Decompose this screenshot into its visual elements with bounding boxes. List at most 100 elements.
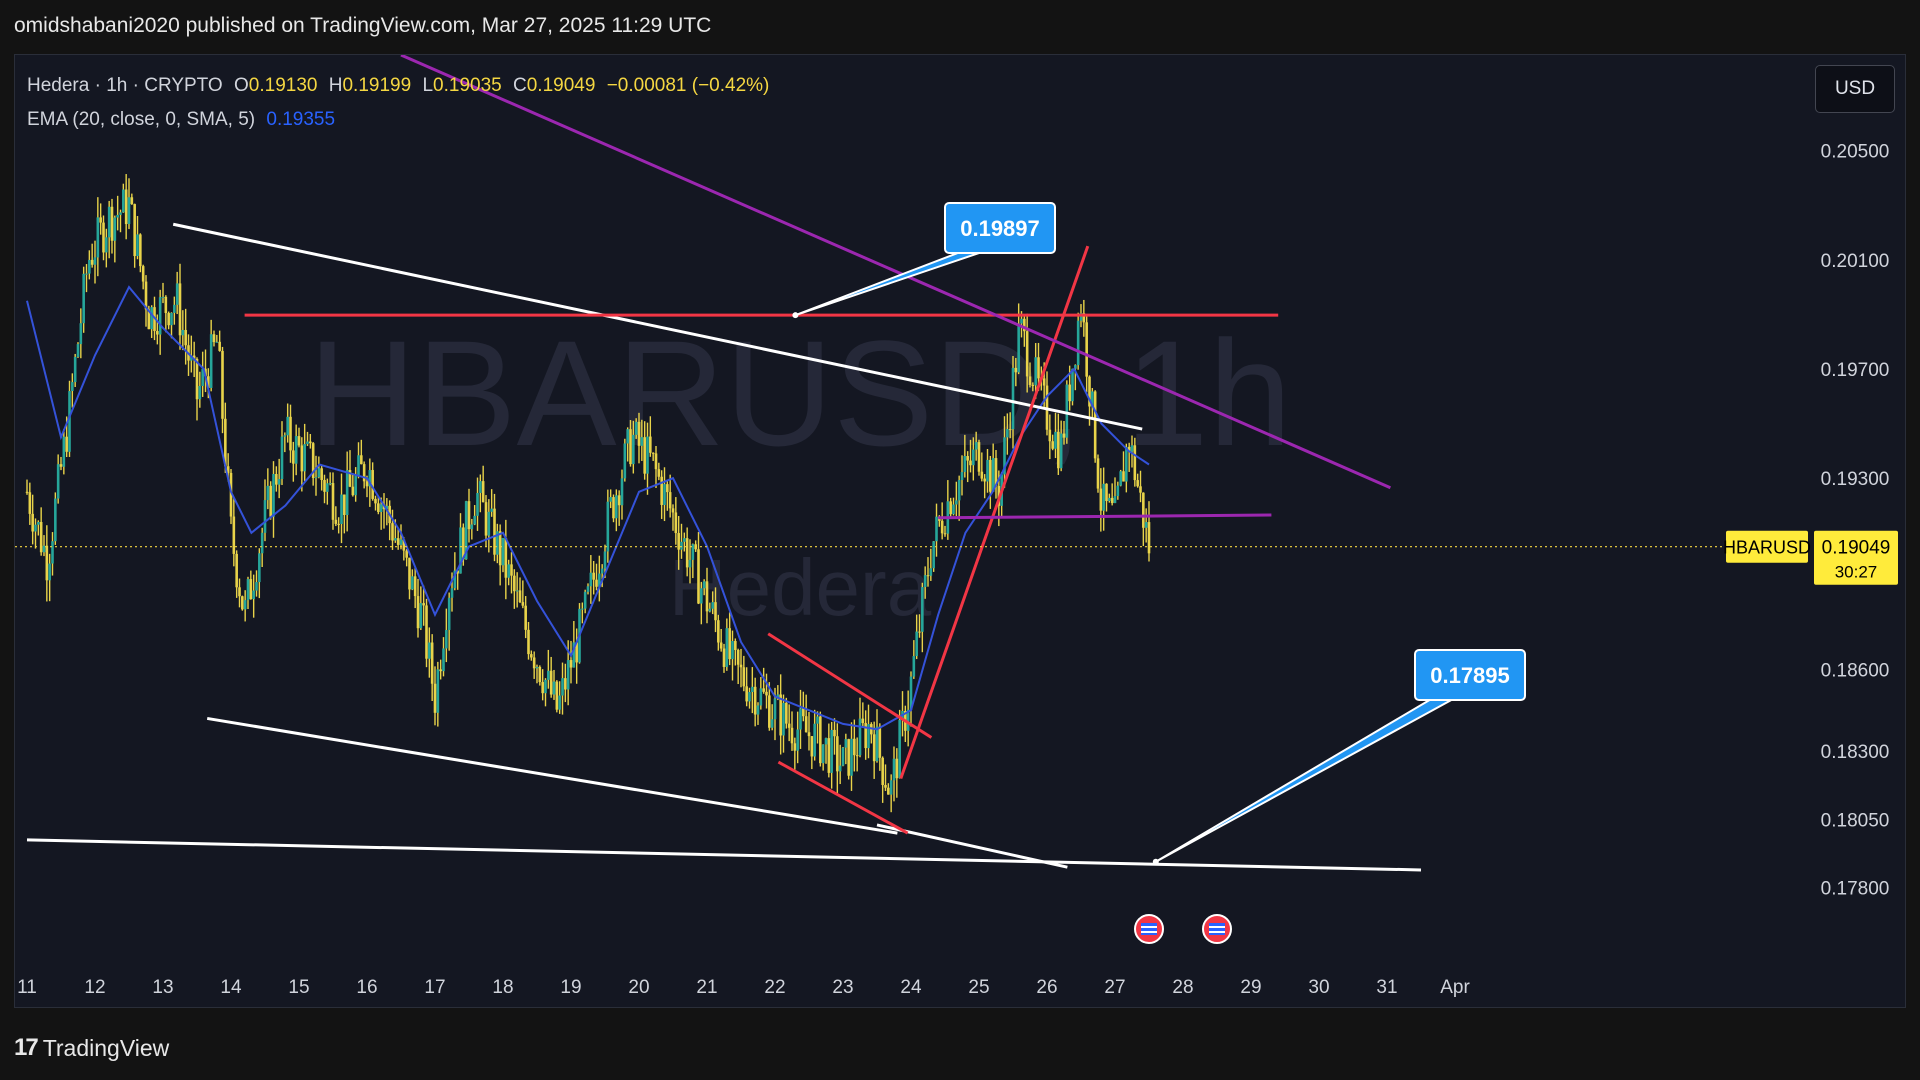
candle-body (48, 563, 51, 581)
candle-body (413, 576, 417, 597)
candle-body (564, 678, 567, 690)
candle-body (989, 459, 992, 492)
candle-body (810, 736, 814, 757)
ema-label: EMA (20, close, 0, SMA, 5) (27, 109, 256, 130)
candle-body (668, 492, 672, 509)
candle-body (232, 516, 236, 554)
candle-body (110, 206, 114, 241)
candle-body (796, 729, 799, 751)
chart-panel[interactable]: HBARUSD, 1h Hedera 0.19897 0.17895 11 12 13 1… (14, 54, 1906, 1008)
candle-body (136, 234, 139, 257)
candle-body (173, 304, 176, 313)
candle-body (660, 476, 663, 505)
candle-body (742, 667, 746, 687)
candle-body (612, 497, 615, 519)
candle-body (416, 596, 420, 629)
price-chart[interactable]: HBARUSD, 1hHedera 0.198970.17895 11 12 13 1… (15, 55, 1905, 1007)
candle-body (683, 538, 686, 542)
candle-body (538, 666, 542, 683)
candle-body (408, 557, 411, 590)
candle-body (93, 257, 97, 265)
candle-body (657, 469, 661, 477)
candle-body (167, 313, 170, 326)
candle-body (977, 442, 981, 472)
candle-body (819, 716, 822, 764)
candle-body (82, 273, 85, 324)
candle-body (561, 678, 564, 696)
candle-body (555, 681, 559, 710)
candle-body (1028, 376, 1032, 385)
currency-button[interactable]: USD (1815, 65, 1895, 113)
candle-body (133, 204, 136, 257)
candle-body (1071, 368, 1074, 402)
support-label-text: 0.17895 (1430, 663, 1510, 688)
candle-body (955, 500, 958, 505)
candle-body (785, 702, 788, 724)
ema-value: 0.19355 (266, 109, 336, 130)
candle-body (170, 312, 173, 326)
candle-body (150, 307, 153, 330)
candle-body (725, 628, 729, 667)
candle-body (246, 579, 250, 601)
candle-body (765, 691, 768, 696)
candle-body (827, 738, 831, 773)
candle-body (793, 743, 797, 751)
candle-body (51, 541, 54, 564)
change-value: −0.00081 (−0.42%) (606, 75, 770, 96)
tradingview-logo[interactable]: 17 TradingView (14, 1034, 169, 1062)
candle-body (524, 605, 527, 630)
ema-row[interactable]: EMA (20, close, 0, SMA, 5) 0.19355 (27, 103, 769, 137)
candle-body (158, 297, 162, 335)
candle-body (643, 437, 646, 474)
candle-body (518, 590, 522, 603)
x-tick-label: Apr (1440, 977, 1470, 998)
candle-body (838, 765, 842, 772)
candle-body (875, 726, 879, 762)
candle-body (178, 283, 182, 336)
candle-body (940, 520, 944, 534)
candle-body (498, 531, 502, 566)
x-tick-label: 16 (356, 977, 377, 998)
x-tick-label: 26 (1036, 977, 1057, 998)
candle-body (433, 683, 437, 713)
candle-body (649, 436, 652, 453)
candle-body (487, 511, 491, 536)
candle-body (507, 564, 510, 578)
candle-body (45, 545, 49, 581)
candle-body (65, 436, 68, 452)
candle-body (1031, 384, 1035, 386)
candle-body (54, 498, 57, 542)
candle-body (476, 492, 479, 516)
candle-body (745, 686, 748, 702)
candle-body (1102, 483, 1105, 511)
chart-legend: Hedera · 1h · CRYPTO O0.19130 H0.19199 L… (27, 69, 769, 137)
candle-body (328, 483, 332, 485)
candle-body (513, 575, 516, 592)
candle-body (470, 524, 474, 530)
candle-body (1057, 431, 1060, 469)
candle-body (615, 495, 618, 519)
candle-body (926, 575, 930, 577)
candle-body (113, 217, 117, 241)
candle-body (719, 642, 723, 649)
candle-body (1116, 485, 1120, 497)
candle-body (212, 334, 216, 343)
candle-body (677, 533, 680, 550)
candle-body (396, 538, 400, 545)
candle-body (1108, 497, 1111, 502)
candle-body (640, 437, 644, 446)
candle-body (447, 597, 451, 630)
candle-body (892, 758, 896, 781)
candle-body (1099, 488, 1103, 511)
candle-body (895, 758, 899, 779)
candle-body (249, 579, 253, 600)
open-label: O (234, 75, 249, 96)
candle-body (1113, 496, 1117, 504)
candle-body (569, 660, 573, 668)
candle-body (589, 572, 593, 587)
candle-body (751, 686, 754, 693)
candle-body (1042, 378, 1046, 386)
candle-body (345, 470, 349, 516)
candle-body (107, 206, 111, 238)
candle-body (807, 732, 811, 737)
